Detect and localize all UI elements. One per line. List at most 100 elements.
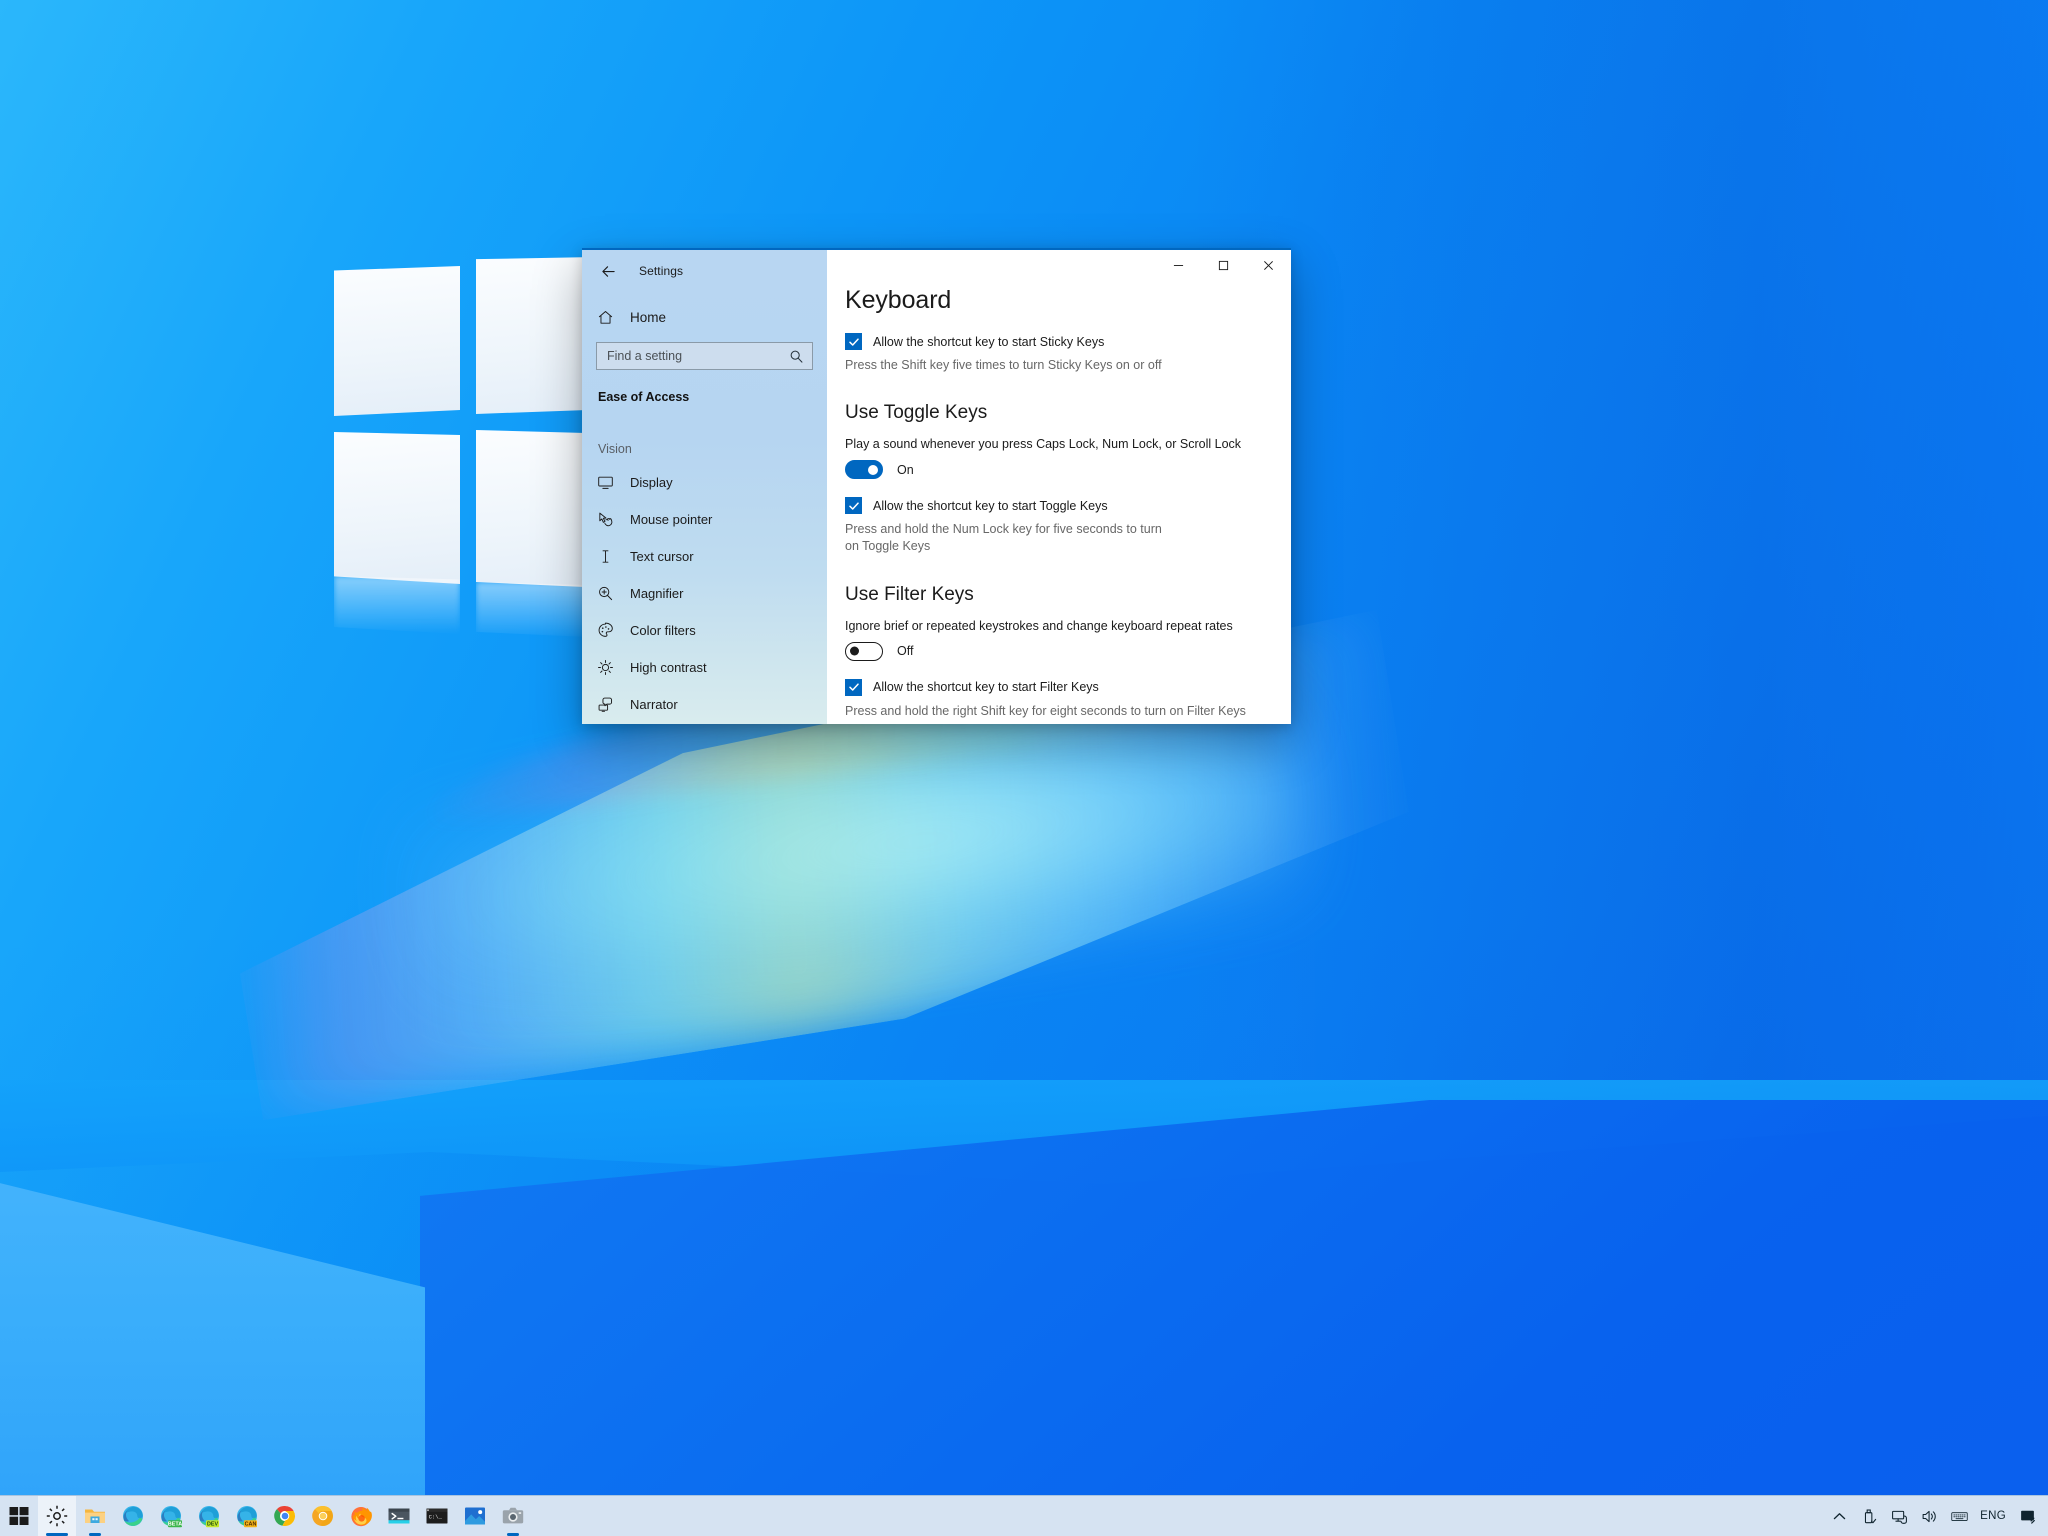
- command-prompt-taskbar-button[interactable]: C:\_: [418, 1496, 456, 1536]
- sidebar-item-text-cursor-label: Text cursor: [630, 549, 694, 564]
- page-title: Keyboard: [845, 286, 952, 314]
- start-button[interactable]: [0, 1496, 38, 1536]
- safely-remove-hardware-button[interactable]: [1854, 1496, 1884, 1536]
- filter-keys-helper-text: Press and hold the right Shift key for e…: [845, 703, 1246, 718]
- language-indicator[interactable]: ENG: [1974, 1496, 2012, 1536]
- system-tray: ENG: [1824, 1496, 2048, 1536]
- taskbar[interactable]: BETA DEV CAN C:\_ ENG: [0, 1495, 2048, 1536]
- language-indicator-label: ENG: [1980, 1510, 2006, 1522]
- search-input[interactable]: [607, 349, 789, 363]
- high-contrast-icon: [596, 659, 614, 677]
- chrome-canary-icon: [312, 1505, 333, 1526]
- mouse-pointer-icon: [596, 511, 614, 529]
- home-icon: [596, 309, 614, 326]
- narrator-icon: [596, 696, 614, 714]
- category-title: Ease of Access: [598, 390, 690, 404]
- sidebar-item-mouse-pointer-label: Mouse pointer: [630, 512, 713, 527]
- settings-content-pane: Keyboard Allow the shortcut key to start…: [827, 250, 1291, 724]
- action-center-button[interactable]: [2012, 1496, 2042, 1536]
- file-explorer-taskbar-button[interactable]: [76, 1496, 114, 1536]
- sidebar-item-display-label: Display: [630, 475, 673, 490]
- action-center-icon: [2020, 1510, 2035, 1524]
- back-button[interactable]: [592, 256, 624, 286]
- settings-window[interactable]: Settings Home Ease o: [582, 248, 1291, 724]
- toggle-keys-shortcut-checkbox-row[interactable]: Allow the shortcut key to start Toggle K…: [845, 497, 1265, 515]
- edge-taskbar-button[interactable]: [114, 1496, 152, 1536]
- edge-beta-taskbar-button[interactable]: BETA: [152, 1496, 190, 1536]
- app-title: Settings: [639, 264, 684, 278]
- settings-taskbar-button[interactable]: [38, 1496, 76, 1536]
- sidebar-item-color-filters-label: Color filters: [630, 623, 696, 638]
- sidebar-item-home[interactable]: Home: [582, 299, 827, 335]
- close-button[interactable]: [1246, 250, 1291, 280]
- sidebar-item-magnifier-label: Magnifier: [630, 586, 684, 601]
- window-titlebar-controls: [827, 250, 1291, 280]
- windows-logo-icon: [9, 1507, 29, 1525]
- filter-keys-description: Ignore brief or repeated keystrokes and …: [845, 618, 1233, 633]
- magnifier-icon: [596, 585, 614, 603]
- photos-icon: [465, 1507, 485, 1525]
- filter-keys-shortcut-label: Allow the shortcut key to start Filter K…: [873, 680, 1099, 694]
- show-hidden-icons-button[interactable]: [1824, 1496, 1854, 1536]
- chevron-up-icon: [1833, 1512, 1845, 1519]
- toggle-keys-shortcut-checkbox[interactable]: [845, 497, 862, 515]
- edge-dev-icon: DEV: [199, 1506, 219, 1528]
- usb-icon: [1864, 1508, 1876, 1523]
- edge-canary-taskbar-button[interactable]: CAN: [228, 1496, 266, 1536]
- taskbar-items: BETA DEV CAN C:\_: [0, 1496, 532, 1536]
- sidebar-item-high-contrast-label: High contrast: [630, 660, 707, 675]
- search-box[interactable]: [596, 342, 813, 370]
- network-icon: [1891, 1510, 1907, 1524]
- snipping-tool-taskbar-button[interactable]: [494, 1496, 532, 1536]
- edge-icon: [123, 1506, 143, 1526]
- color-filters-icon: [596, 622, 614, 640]
- firefox-taskbar-button[interactable]: [342, 1496, 380, 1536]
- filter-keys-shortcut-checkbox[interactable]: [845, 678, 862, 696]
- minimize-button[interactable]: [1156, 250, 1201, 280]
- maximize-button[interactable]: [1201, 250, 1246, 280]
- chrome-icon: [274, 1505, 296, 1527]
- sidebar-item-color-filters[interactable]: Color filters: [582, 612, 827, 649]
- filter-keys-heading: Use Filter Keys: [845, 583, 974, 605]
- sticky-keys-shortcut-checkbox[interactable]: [845, 333, 862, 350]
- sticky-keys-shortcut-checkbox-row[interactable]: Allow the shortcut key to start Sticky K…: [845, 333, 1265, 350]
- chrome-taskbar-button[interactable]: [266, 1496, 304, 1536]
- edge-dev-taskbar-button[interactable]: DEV: [190, 1496, 228, 1536]
- sidebar-nav-list: Display Mouse pointer Text cursor Magnif…: [582, 464, 827, 723]
- toggle-keys-shortcut-label: Allow the shortcut key to start Toggle K…: [873, 498, 1108, 513]
- window-titlebar-left: Settings: [582, 256, 827, 286]
- sidebar-item-narrator[interactable]: Narrator: [582, 686, 827, 723]
- terminal-taskbar-button[interactable]: [380, 1496, 418, 1536]
- toggle-keys-switch-knob: [868, 464, 878, 475]
- chrome-canary-taskbar-button[interactable]: [304, 1496, 342, 1536]
- filter-keys-switch-knob: [850, 646, 859, 656]
- settings-content-scroll[interactable]: Keyboard Allow the shortcut key to start…: [827, 280, 1291, 724]
- filter-keys-switch[interactable]: [845, 641, 883, 661]
- svg-text:C:\_: C:\_: [429, 1513, 443, 1520]
- keyboard-icon: [1951, 1511, 1968, 1521]
- sidebar-item-high-contrast[interactable]: High contrast: [582, 649, 827, 686]
- toggle-keys-heading: Use Toggle Keys: [845, 402, 988, 424]
- display-icon: [596, 474, 614, 492]
- desktop[interactable]: [0, 0, 2048, 1536]
- touch-keyboard-button[interactable]: [1944, 1496, 1974, 1536]
- sidebar-item-text-cursor[interactable]: Text cursor: [582, 538, 827, 575]
- gear-icon: [46, 1505, 68, 1527]
- sidebar-item-mouse-pointer[interactable]: Mouse pointer: [582, 501, 827, 538]
- toggle-keys-switch[interactable]: [845, 460, 883, 480]
- sidebar-item-magnifier[interactable]: Magnifier: [582, 575, 827, 612]
- svg-text:CAN: CAN: [245, 1522, 257, 1528]
- filter-keys-switch-row[interactable]: Off: [845, 641, 1265, 661]
- sidebar-item-display[interactable]: Display: [582, 464, 827, 501]
- network-button[interactable]: [1884, 1496, 1914, 1536]
- camera-icon: [502, 1507, 524, 1524]
- svg-text:DEV: DEV: [207, 1522, 218, 1528]
- logo-pane-bottom-left: [334, 432, 460, 584]
- sidebar-item-narrator-label: Narrator: [630, 697, 678, 712]
- volume-button[interactable]: [1914, 1496, 1944, 1536]
- toggle-keys-switch-row[interactable]: On: [845, 460, 1265, 480]
- photos-taskbar-button[interactable]: [456, 1496, 494, 1536]
- filter-keys-shortcut-checkbox-row[interactable]: Allow the shortcut key to start Filter K…: [845, 678, 1265, 696]
- windows-terminal-icon: [388, 1508, 410, 1524]
- filter-keys-switch-state: Off: [897, 644, 914, 658]
